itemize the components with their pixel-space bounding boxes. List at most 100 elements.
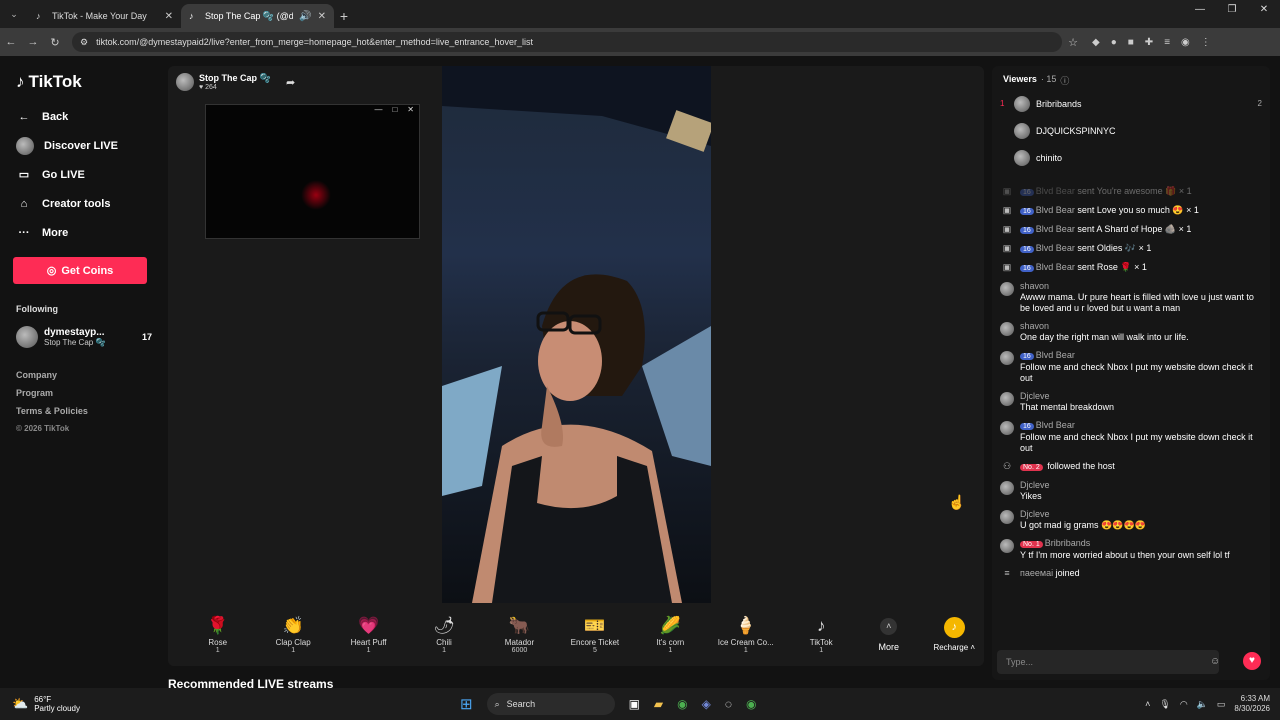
footer-link-program[interactable]: Program (16, 384, 152, 402)
tiktok-logo[interactable]: ♪ TikTok (16, 70, 152, 94)
weather-widget[interactable]: ⛅ 66°F Partly cloudy (0, 695, 460, 713)
viewers-header: Viewers · 15 ⓘ (992, 66, 1270, 87)
browser-tab-1[interactable]: ♪ Stop The Cap 🫧 (@dyme... 🔊 ✕ (181, 4, 334, 28)
footer-link-company[interactable]: Company (16, 366, 152, 384)
menu-icon[interactable]: ⋮ (1201, 37, 1211, 48)
site-info-icon[interactable]: ⚙ (80, 37, 88, 48)
maximize-icon[interactable]: ❐ (1216, 4, 1248, 15)
chat-username[interactable]: паеемаі (1020, 568, 1053, 578)
nav-discover-live[interactable]: Discover LIVE (16, 131, 152, 160)
media-icon[interactable]: ≡ (1164, 37, 1170, 48)
reload-icon[interactable]: ↻ (44, 36, 66, 49)
recharge-button[interactable]: ♪ Recharge ˄ (924, 617, 984, 652)
gift-ice-cream[interactable]: 🍦 Ice Cream Co... 1 (708, 616, 783, 654)
bookmark-star-icon[interactable]: ☆ (1062, 36, 1084, 49)
gift-matador[interactable]: 🐂 Matador 6000 (482, 616, 557, 654)
chat-username[interactable]: Blvd Bear (1036, 186, 1075, 196)
ellipsis-icon: ··· (18, 226, 30, 239)
chat-username[interactable]: Blvd Bear (1036, 243, 1075, 253)
share-icon[interactable]: ➦ (286, 76, 295, 89)
discord-icon[interactable]: ◈ (702, 697, 711, 711)
volume-icon[interactable]: 🔈 (1197, 699, 1208, 710)
battery-icon[interactable]: ▭ (1217, 699, 1226, 710)
audio-icon[interactable]: 🔊 (299, 11, 311, 22)
close-icon[interactable]: ✕ (407, 105, 414, 118)
nav-back[interactable]: ← Back (16, 102, 152, 131)
gift-chili[interactable]: 🌶 Chili 1 (406, 616, 481, 654)
chat-username[interactable]: Blvd Bear (1036, 224, 1075, 234)
forward-icon[interactable]: → (22, 36, 44, 48)
minimize-icon[interactable]: — (1184, 4, 1216, 15)
app-icon[interactable]: ◌ (725, 697, 732, 711)
tab-search-icon[interactable]: ⌄ (4, 4, 24, 24)
get-coins-button[interactable]: ◎ Get Coins (13, 257, 147, 284)
gift-heart-puff[interactable]: 💗 Heart Puff 1 (331, 616, 406, 654)
footer-link-terms[interactable]: Terms & Policies (16, 402, 152, 420)
chrome-active-icon[interactable]: ◉ (746, 697, 756, 711)
chat-username[interactable]: shavon (1020, 281, 1049, 291)
host-avatar[interactable] (176, 73, 194, 91)
viewer-rank: 1 (1000, 99, 1005, 108)
close-window-icon[interactable]: ✕ (1248, 4, 1280, 15)
chat-username[interactable]: Djcleve (1020, 391, 1050, 401)
taskbar-search[interactable]: ⌕ Search (486, 693, 615, 715)
gift-tiktok[interactable]: ♪ TikTok 1 (784, 616, 859, 654)
chat-username[interactable]: Djcleve (1020, 480, 1050, 490)
task-view-icon[interactable]: ▣ (629, 697, 640, 711)
file-explorer-icon[interactable]: ▰ (654, 697, 663, 711)
new-tab-button[interactable]: + (334, 8, 354, 24)
gift-its-corn[interactable]: 🌽 It's corn 1 (633, 616, 708, 654)
gift-rose[interactable]: 🌹 Rose 1 (180, 616, 255, 654)
wifi-icon[interactable]: ◠ (1180, 699, 1188, 710)
chat-input[interactable]: Type... (997, 650, 1219, 674)
puzzle-icon[interactable]: ✚ (1145, 37, 1153, 48)
extension-icon[interactable]: ■ (1128, 37, 1134, 48)
tray-chevron-icon[interactable]: ˄ (1145, 699, 1150, 709)
chrome-icon[interactable]: ◉ (677, 697, 687, 711)
chat-username[interactable]: Djcleve (1020, 509, 1050, 519)
chat-username[interactable]: Blvd Bear (1036, 350, 1075, 360)
more-gifts-button[interactable]: ˄ More (859, 617, 919, 652)
minimize-icon[interactable]: — (374, 105, 382, 118)
extension-icon[interactable]: ◆ (1092, 37, 1100, 48)
clock[interactable]: 6:33 AM 8/30/2026 (1234, 694, 1270, 714)
gift-encore-ticket[interactable]: 🎫 Encore Ticket 5 (557, 616, 632, 654)
extension-icon[interactable]: ● (1111, 37, 1117, 48)
url-field[interactable]: ⚙ tiktok.com/@dymestaypaid2/live?enter_f… (72, 32, 1062, 52)
nav-more[interactable]: ··· More (16, 218, 152, 247)
viewer-row[interactable]: 1 Bribribands 2 (992, 90, 1270, 117)
chat-username[interactable]: Blvd Bear (1036, 205, 1075, 215)
microphone-icon[interactable]: 🎙 (1159, 699, 1170, 710)
nav-go-live[interactable]: ▭ Go LIVE (16, 160, 152, 189)
windows-start-icon[interactable]: ⊞ (460, 695, 473, 713)
pip-video (301, 180, 331, 210)
nav-creator-tools[interactable]: ⌂ Creator tools (16, 189, 152, 218)
chat-username[interactable]: Bribribands (1045, 538, 1091, 548)
close-tab-icon[interactable]: ✕ (165, 11, 173, 22)
back-icon[interactable]: ← (0, 36, 22, 48)
following-item[interactable]: dymestayp... Stop The Cap 🫧 17 (16, 326, 152, 348)
gift-price: 5 (592, 646, 597, 654)
gift-clap-clap[interactable]: 👏 Clap Clap 1 (255, 616, 330, 654)
chat-username[interactable]: Blvd Bear (1036, 262, 1075, 272)
nav-label: Back (42, 110, 69, 123)
chat-list[interactable]: ▣ 16 Blvd Bear sent You're awesome 🎁 × 1 ▣ 1… (992, 186, 1270, 641)
chat-username[interactable]: Blvd Bear (1036, 420, 1075, 430)
chat-message: Djcleve Yikes (1000, 480, 1262, 502)
info-icon[interactable]: ⓘ (1060, 74, 1069, 87)
emoji-icon[interactable]: ☺ (1210, 656, 1220, 667)
live-stage: Stop The Cap 🫧 ♥ 264 ➦ — □ ✕ 🌹 Rose 1 👏 … (168, 66, 984, 666)
maximize-icon[interactable]: □ (392, 105, 397, 118)
host-info[interactable]: Stop The Cap 🫧 ♥ 264 (176, 73, 271, 91)
viewer-row[interactable]: DJQUICKSPINNYC (992, 117, 1270, 144)
close-tab-icon[interactable]: ✕ (318, 11, 326, 22)
profile-avatar-icon[interactable]: ◉ (1181, 37, 1190, 48)
avatar (1014, 95, 1030, 112)
pip-window[interactable]: — □ ✕ (205, 104, 420, 239)
live-video[interactable] (442, 66, 711, 603)
viewer-row[interactable]: chinito (992, 144, 1270, 171)
browser-tab-0[interactable]: ♪ TikTok - Make Your Day ✕ (28, 4, 181, 28)
like-heart-button[interactable]: ♥ (1243, 652, 1261, 670)
chat-username[interactable]: shavon (1020, 321, 1049, 331)
video-frame-illustration (442, 66, 711, 603)
